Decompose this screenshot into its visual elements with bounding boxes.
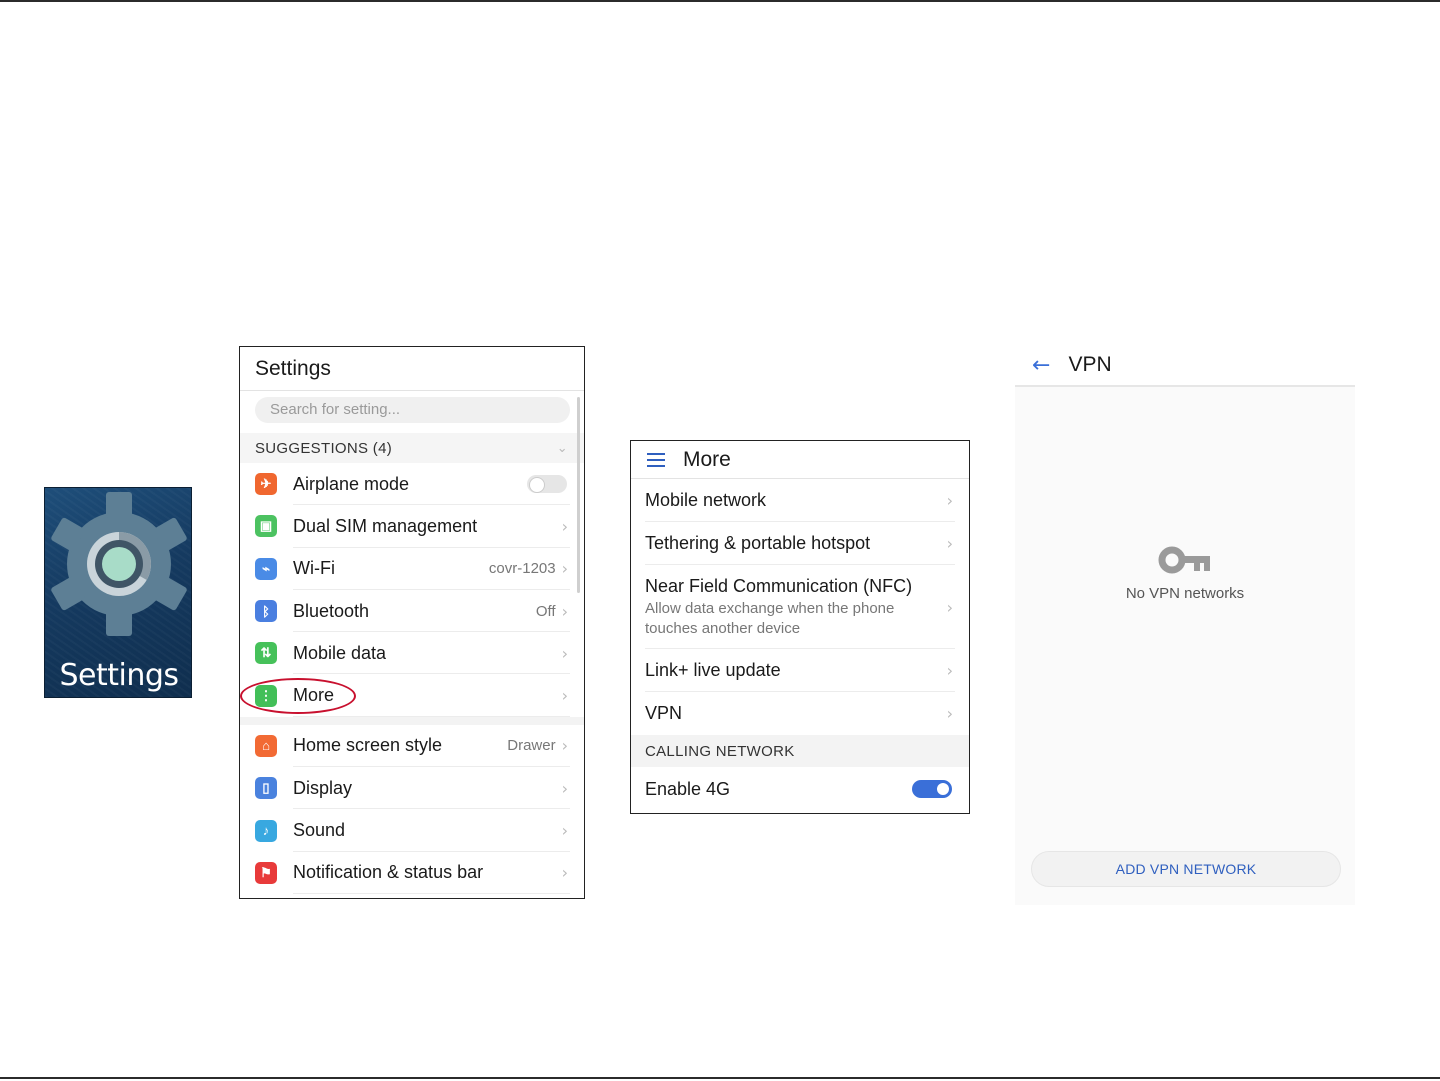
airplane-icon: ✈ (255, 473, 277, 496)
more-list: Mobile network › Tethering & portable hots… (631, 479, 969, 735)
settings-item-dual-sim-management[interactable]: ▣ Dual SIM management › (240, 505, 584, 548)
home-icon: ⌂ (255, 734, 277, 757)
settings-app-icon[interactable]: Settings (44, 487, 192, 698)
more-item-near-field-communication-nfc[interactable]: Near Field Communication (NFC) Allow data… (631, 565, 969, 649)
more-item-label: Link+ live update (645, 660, 781, 680)
key-icon (1158, 546, 1210, 574)
vpn-screen: ← VPN No VPN networks ADD VPN NETWORK (1015, 345, 1355, 905)
settings-item-label: Display (293, 777, 353, 798)
bottom-rule (0, 1077, 1440, 1079)
display-icon: ▯ (255, 777, 277, 800)
chevron-right-icon: › (561, 736, 568, 756)
vpn-title: VPN (1068, 353, 1112, 376)
vpn-empty-state: No VPN networks (1015, 545, 1355, 602)
airplane-mode-toggle[interactable] (527, 475, 567, 494)
chevron-right-icon: › (946, 491, 953, 510)
settings-item-label: Dual SIM management (293, 515, 478, 536)
suggestions-label: SUGGESTIONS (4) (255, 439, 393, 457)
chevron-right-icon: › (561, 863, 568, 883)
more-item-vpn[interactable]: VPN › (631, 692, 969, 735)
settings-item-label: Wi-Fi (293, 558, 335, 579)
chevron-right-icon: › (946, 534, 953, 553)
settings-item-airplane-mode[interactable]: ✈ Airplane mode (240, 463, 584, 506)
no-vpn-message: No VPN networks (1125, 585, 1245, 602)
notification-icon: ⚑ (255, 861, 277, 884)
settings-group-device: ⌂ Home screen style Drawer › ▯ Display › ♪ Sound… (240, 725, 584, 894)
more-item-link-live-update[interactable]: Link+ live update › (631, 649, 969, 692)
menu-icon[interactable] (647, 452, 665, 467)
sound-icon: ♪ (255, 819, 277, 842)
settings-item-home-screen-style[interactable]: ⌂ Home screen style Drawer › (240, 725, 584, 768)
settings-item-label: Mobile data (293, 642, 387, 663)
group-divider (240, 716, 584, 725)
settings-title: Settings (240, 347, 584, 391)
back-arrow-icon[interactable]: ← (1032, 353, 1050, 378)
settings-item-display[interactable]: ▯ Display › (240, 767, 584, 810)
chevron-right-icon: › (561, 516, 568, 536)
scrollbar[interactable] (577, 397, 580, 593)
chevron-down-icon: ⌄ (556, 440, 568, 456)
row-divider (293, 715, 570, 717)
bluetooth-icon: ᛒ (255, 600, 277, 623)
row-divider (293, 892, 570, 894)
enable-4g-toggle[interactable] (912, 780, 952, 798)
more-item-description: Allow data exchange when the phone touch… (645, 599, 895, 637)
chevron-right-icon: › (946, 704, 953, 723)
chevron-right-icon: › (561, 778, 568, 798)
add-vpn-network-button[interactable]: ADD VPN NETWORK (1031, 851, 1341, 887)
app-tile-label: Settings (59, 658, 179, 693)
calling-network-header: CALLING NETWORK (631, 735, 969, 767)
mobile-data-icon: ⇅ (255, 642, 277, 665)
settings-item-value: Drawer (507, 737, 556, 755)
settings-item-value: Off (535, 602, 556, 620)
chevron-right-icon: › (561, 559, 568, 579)
settings-item-label: Notification & status bar (293, 862, 484, 883)
chevron-right-icon: › (561, 643, 568, 663)
chevron-right-icon: › (946, 661, 953, 680)
settings-item-notification-status-bar[interactable]: ⚑ Notification & status bar › (240, 852, 584, 894)
settings-item-wi-fi[interactable]: ⌁ Wi-Fi covr-1203 › (240, 548, 584, 590)
more-title: More (683, 447, 731, 471)
enable-4g-label: Enable 4G (645, 778, 731, 799)
more-item-label: VPN (645, 703, 683, 723)
settings-item-mobile-data[interactable]: ⇅ Mobile data › (240, 632, 584, 675)
sim-icon: ▣ (255, 515, 277, 538)
suggestions-header[interactable]: SUGGESTIONS (4) ⌄ (240, 433, 584, 463)
settings-item-value: covr-1203 (488, 560, 556, 578)
settings-item-label: Sound (293, 820, 346, 841)
highlight-circle-more (240, 678, 356, 714)
more-item-mobile-network[interactable]: Mobile network › (631, 479, 969, 522)
more-item-label: Near Field Communication (NFC) (645, 575, 913, 596)
settings-item-label: Bluetooth (293, 600, 370, 621)
settings-item-bluetooth[interactable]: ᛒ Bluetooth Off › (240, 590, 584, 633)
settings-item-label: Home screen style (293, 735, 443, 756)
wifi-icon: ⌁ (255, 557, 277, 580)
top-rule (0, 0, 1440, 2)
settings-screen: Settings Search for setting... SUGGESTIO… (239, 346, 585, 899)
more-item-label: Mobile network (645, 490, 767, 510)
more-screen: More Mobile network › Tethering & portable… (630, 440, 970, 814)
settings-item-sound[interactable]: ♪ Sound › (240, 809, 584, 852)
more-title-bar: More (631, 441, 969, 479)
gear-icon (51, 492, 187, 636)
chevron-right-icon: › (561, 601, 568, 621)
chevron-right-icon: › (561, 821, 568, 841)
more-item-label: Tethering & portable hotspot (645, 533, 871, 553)
more-item-tethering-portable-hotspot[interactable]: Tethering & portable hotspot › (631, 522, 969, 565)
enable-4g-row[interactable]: Enable 4G (631, 767, 969, 811)
settings-item-label: Airplane mode (293, 473, 410, 494)
settings-search-input[interactable]: Search for setting... (255, 397, 570, 423)
chevron-right-icon: › (946, 597, 953, 617)
vpn-title-bar: ← VPN (1015, 345, 1355, 387)
chevron-right-icon: › (561, 686, 568, 706)
